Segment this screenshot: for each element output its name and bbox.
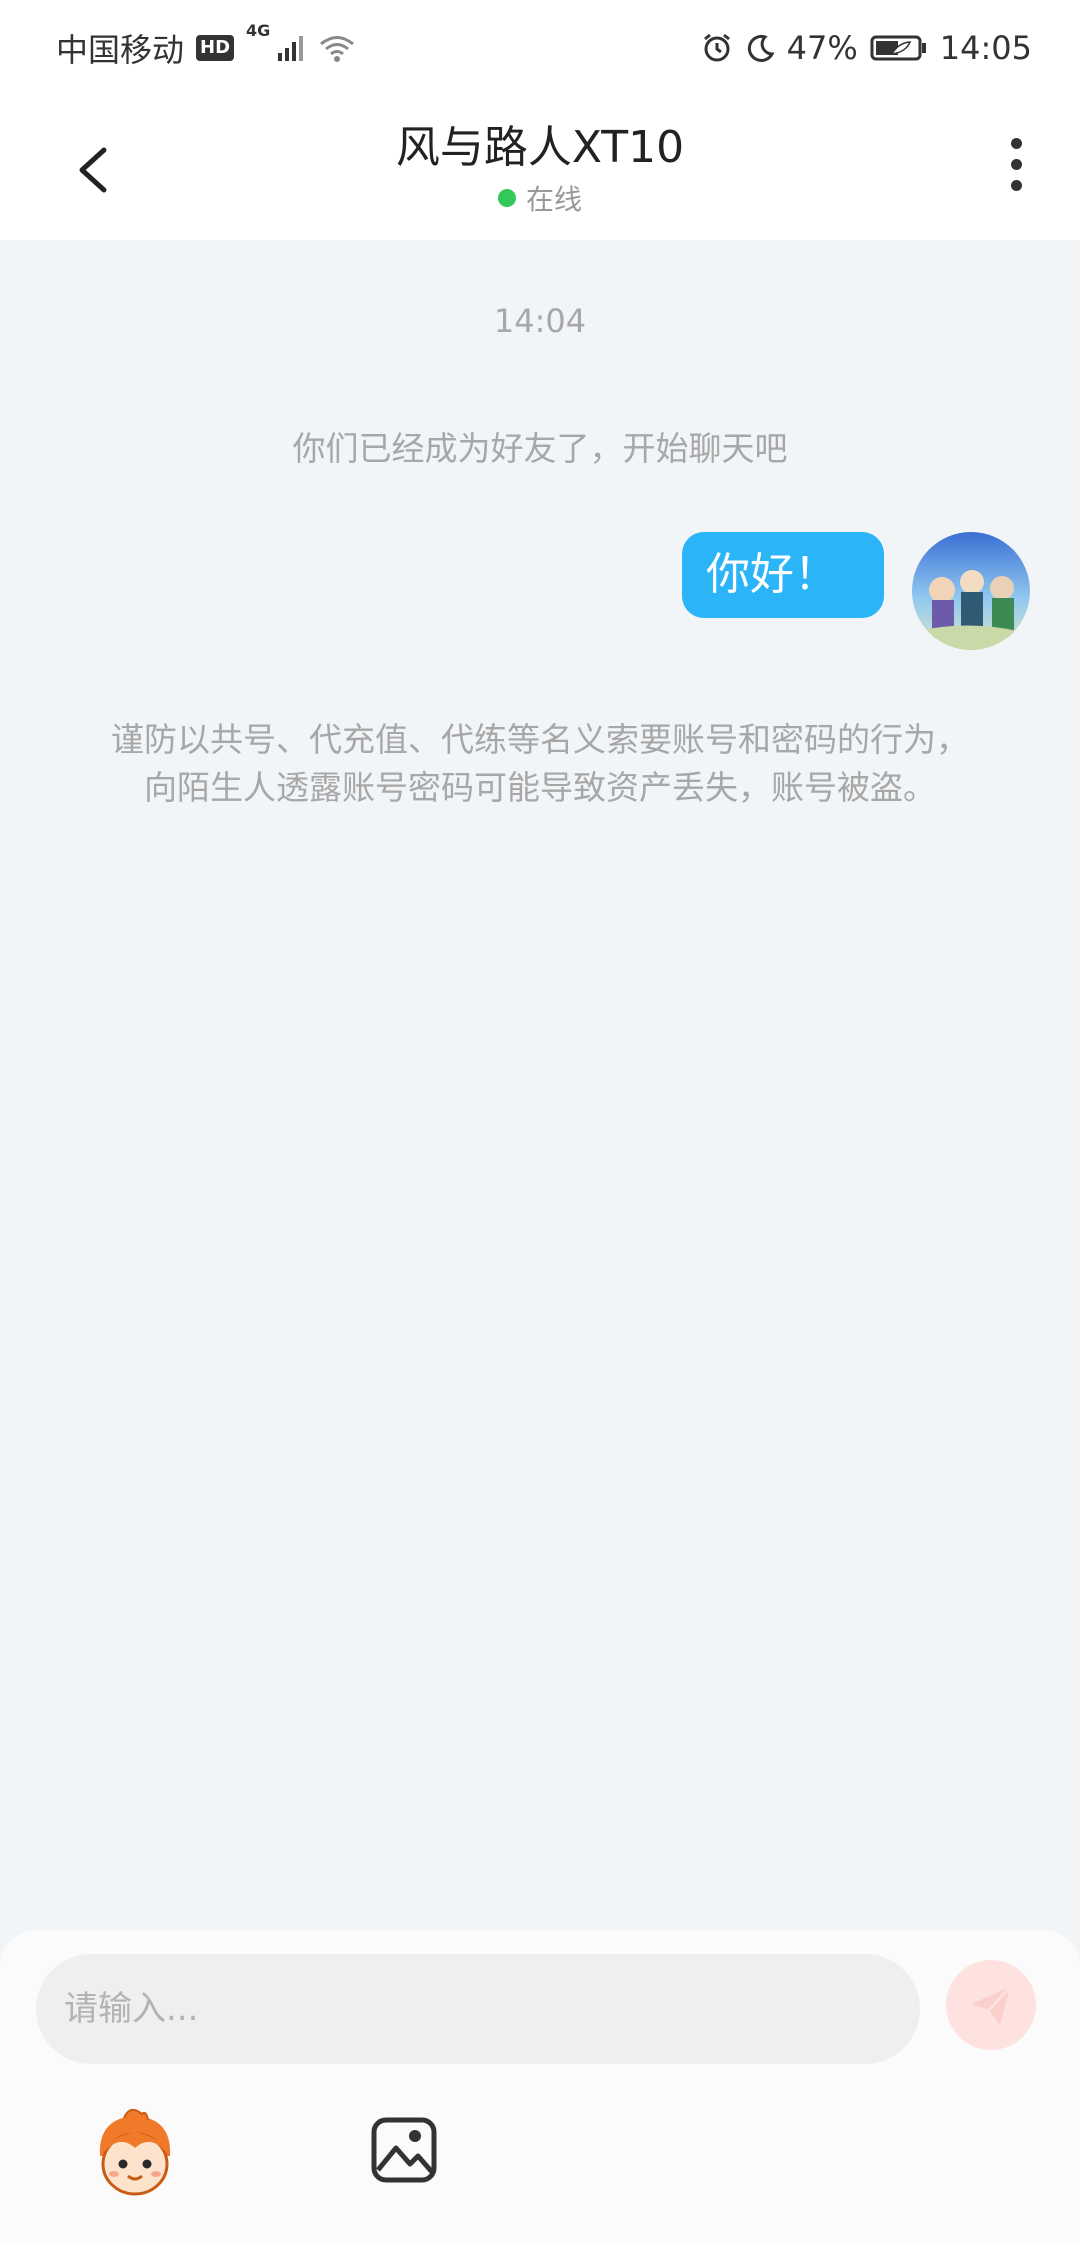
chat-area[interactable]: 14:04 你们已经成为好友了，开始聊天吧 你好！ 谨防以共号、代充值、代练等名… bbox=[0, 240, 1080, 1930]
online-status: 在线 bbox=[0, 178, 1080, 218]
my-avatar[interactable] bbox=[912, 532, 1030, 650]
system-message: 你们已经成为好友了，开始聊天吧 bbox=[292, 429, 788, 468]
security-warning: 谨防以共号、代充值、代练等名义索要账号和密码的行为，向陌生人透露账号密码可能导致… bbox=[111, 720, 969, 807]
message-timestamp: 14:04 bbox=[493, 302, 587, 340]
composer bbox=[0, 1930, 1080, 2244]
clock: 14:05 bbox=[939, 29, 1032, 67]
outgoing-message-bubble[interactable]: 你好！ bbox=[682, 532, 884, 618]
alarm-icon bbox=[703, 33, 730, 62]
wifi-icon bbox=[320, 36, 355, 62]
hd-badge: HD bbox=[196, 35, 235, 61]
send-icon bbox=[971, 1985, 1012, 2025]
moon-icon bbox=[747, 34, 775, 62]
status-left: 中国移动 HD 4G bbox=[56, 21, 356, 71]
chat-header: 风与路人XT10 在线 bbox=[0, 96, 1080, 240]
carrier-label: 中国移动 bbox=[56, 31, 185, 69]
status-right: 47% 14:05 bbox=[701, 29, 1032, 67]
emoji-button[interactable] bbox=[90, 2108, 180, 2202]
send-button[interactable] bbox=[946, 1960, 1036, 2050]
more-vertical-icon bbox=[1004, 138, 1028, 191]
message-input[interactable] bbox=[36, 1954, 920, 2064]
signal-icon bbox=[278, 36, 304, 61]
more-options-button[interactable] bbox=[1004, 138, 1028, 198]
network-type: 4G bbox=[246, 21, 271, 40]
title-block: 风与路人XT10 在线 bbox=[0, 120, 1080, 218]
online-label: 在线 bbox=[525, 183, 582, 216]
battery-icon bbox=[870, 35, 926, 61]
online-dot bbox=[497, 189, 516, 207]
emoji-mascot-icon bbox=[99, 2108, 171, 2196]
image-icon bbox=[371, 2117, 437, 2183]
status-bar: 中国移动 HD 4G 47% 14:05 bbox=[0, 0, 1080, 96]
battery-percent: 47% bbox=[786, 29, 858, 67]
image-button[interactable] bbox=[370, 2116, 438, 2184]
chat-title: 风与路人XT10 bbox=[395, 122, 685, 173]
